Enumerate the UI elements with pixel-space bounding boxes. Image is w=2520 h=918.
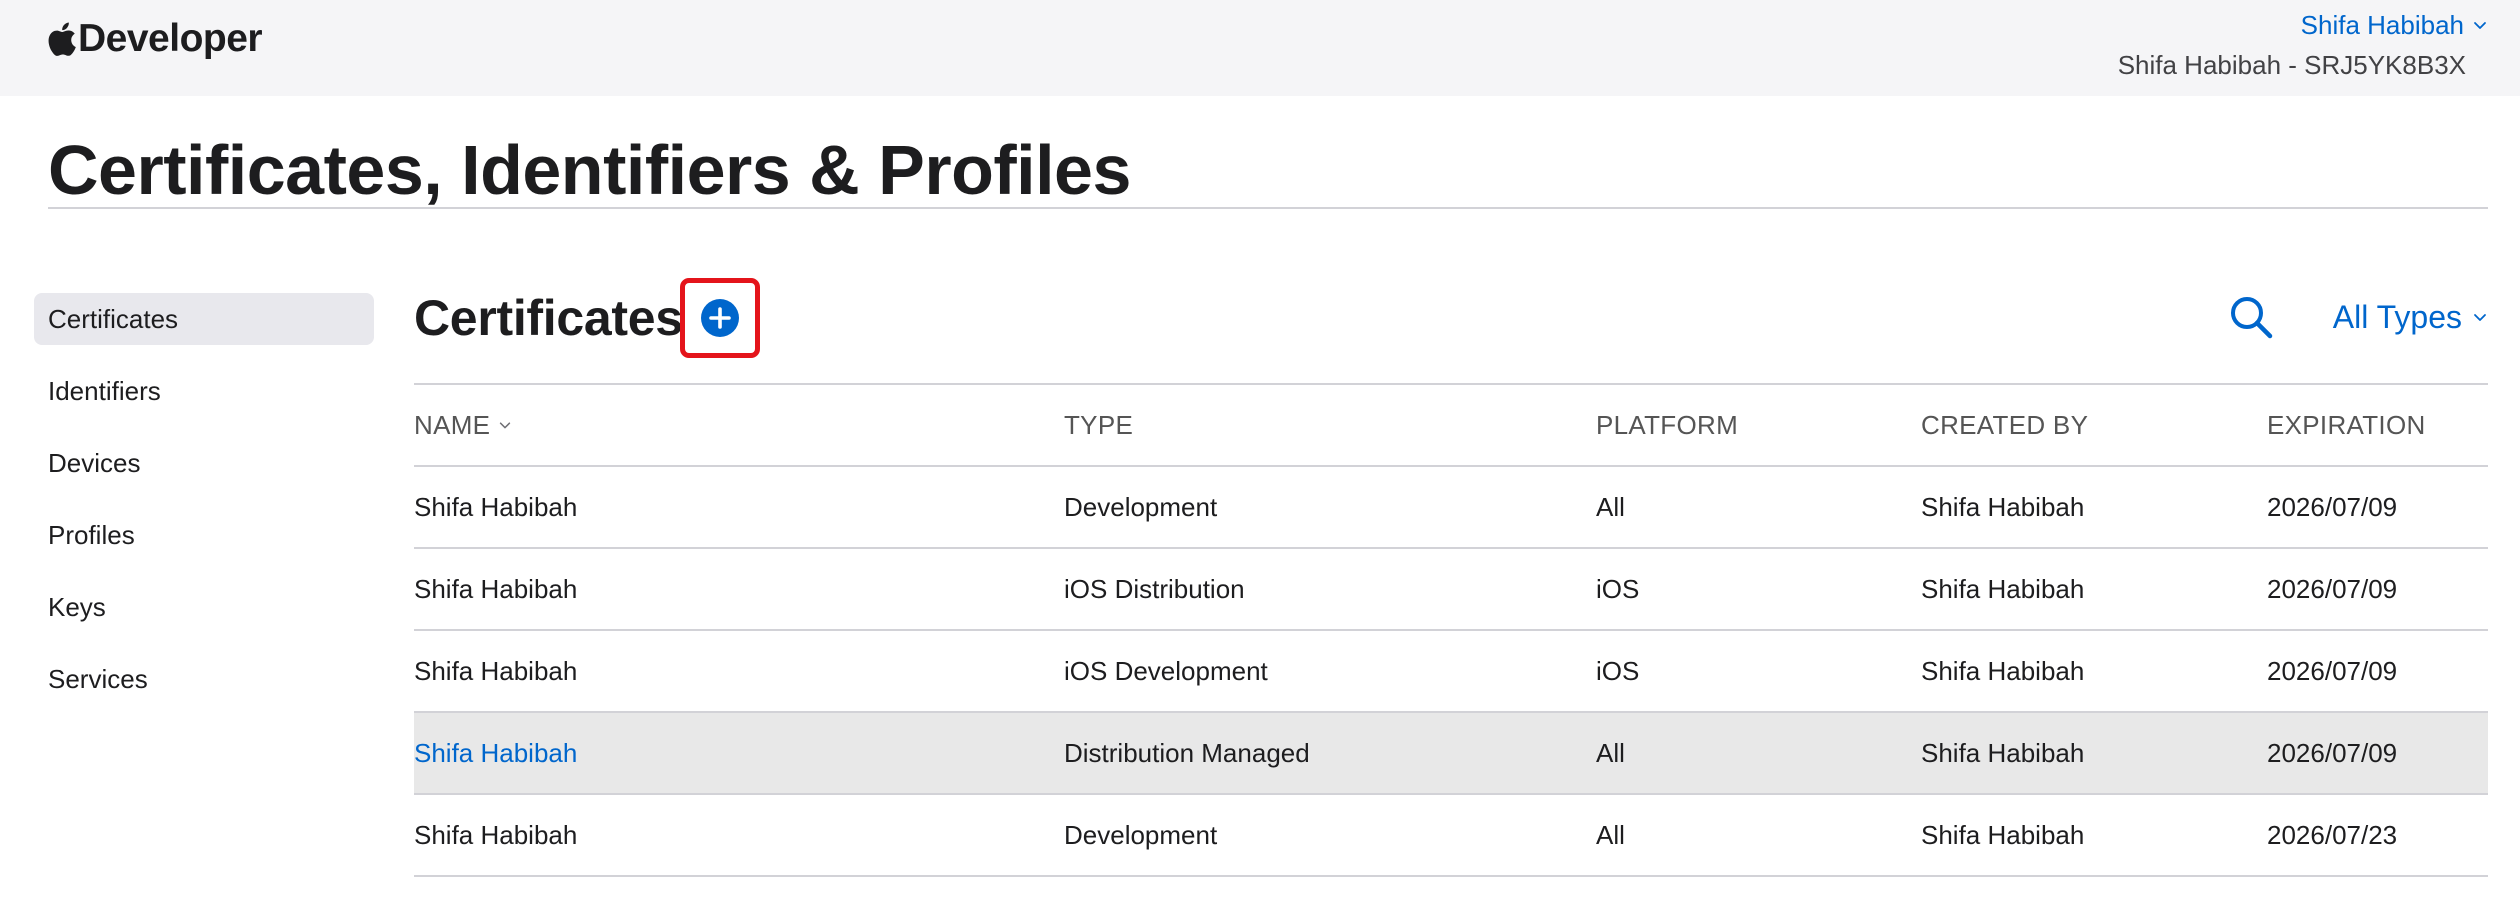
cell-platform: All	[1596, 738, 1625, 768]
cell-name-link[interactable]: Shifa Habibah	[414, 713, 577, 793]
column-label: NAME	[414, 410, 491, 440]
certificates-table: NAME TYPE PLATFORM CREATED BY EXPIRATION…	[414, 383, 2488, 877]
cell-name: Shifa Habibah	[414, 820, 578, 850]
search-icon[interactable]	[2228, 294, 2274, 340]
sidebar-item-devices[interactable]: Devices	[34, 437, 374, 489]
cell-created-by: Shifa Habibah	[1921, 738, 2085, 768]
cell-created-by: Shifa Habibah	[1921, 820, 2085, 850]
cell-name: Shifa Habibah	[414, 574, 578, 604]
cell-type: Development	[1064, 492, 1218, 522]
column-header-type: TYPE	[1064, 410, 1134, 440]
team-label: Shifa Habibah - SRJ5YK8B3X	[2117, 50, 2466, 80]
cell-name: Shifa Habibah	[414, 492, 578, 522]
cell-type: Development	[1064, 820, 1218, 850]
cell-name: Shifa Habibah	[414, 656, 578, 686]
column-header-created-by: CREATED BY	[1921, 410, 2089, 440]
developer-logo[interactable]: Developer	[48, 14, 263, 64]
table-row-hovered[interactable]: Shifa Habibah Distribution Managed All S…	[414, 713, 2488, 795]
account-area: Shifa Habibah Shifa Habibah - SRJ5YK8B3X	[2118, 8, 2488, 84]
table-header: NAME TYPE PLATFORM CREATED BY EXPIRATION	[414, 383, 2488, 467]
cell-expiration: 2026/07/09	[2267, 492, 2398, 522]
type-filter-label: All Types	[2332, 298, 2462, 335]
cell-expiration: 2026/07/23	[2267, 820, 2398, 850]
plus-circle-icon	[701, 299, 739, 337]
cell-expiration: 2026/07/09	[2267, 656, 2398, 686]
column-header-name[interactable]: NAME	[414, 385, 512, 465]
brand-label: Developer	[78, 17, 263, 60]
apple-logo-icon	[48, 22, 76, 56]
table-row[interactable]: Shifa Habibah iOS Development iOS Shifa …	[414, 631, 2488, 713]
table-row[interactable]: Shifa Habibah Development All Shifa Habi…	[414, 467, 2488, 549]
sidebar-item-certificates[interactable]: Certificates	[34, 293, 374, 345]
type-filter-dropdown[interactable]: All Types	[2333, 292, 2488, 342]
account-name: Shifa Habibah	[2300, 9, 2464, 40]
cell-platform: All	[1596, 492, 1625, 522]
chevron-down-icon	[2474, 22, 2486, 29]
table-row[interactable]: Shifa Habibah Development All Shifa Habi…	[414, 795, 2488, 877]
title-divider	[48, 207, 2488, 209]
sidebar-nav: Certificates Identifiers Devices Profile…	[34, 293, 374, 725]
global-header: Developer Shifa Habibah Shifa Habibah - …	[0, 0, 2520, 96]
section-title: Certificates	[414, 290, 683, 346]
cell-platform: iOS	[1596, 574, 1640, 604]
cell-created-by: Shifa Habibah	[1921, 492, 2085, 522]
sidebar-item-identifiers[interactable]: Identifiers	[34, 365, 374, 417]
cell-type: iOS Development	[1064, 656, 1268, 686]
sidebar-item-profiles[interactable]: Profiles	[34, 509, 374, 561]
add-certificate-button[interactable]	[680, 278, 760, 358]
chevron-down-icon	[2474, 314, 2486, 321]
chevron-down-icon	[500, 422, 511, 429]
account-menu[interactable]: Shifa Habibah	[2118, 8, 2488, 42]
sidebar-item-keys[interactable]: Keys	[34, 581, 374, 633]
page-title: Certificates, Identifiers & Profiles	[48, 131, 1131, 209]
cell-created-by: Shifa Habibah	[1921, 656, 2085, 686]
cell-created-by: Shifa Habibah	[1921, 574, 2085, 604]
cell-platform: iOS	[1596, 656, 1640, 686]
cell-type: iOS Distribution	[1064, 574, 1245, 604]
section-header: Certificates All Types	[414, 278, 2488, 358]
sidebar-item-services[interactable]: Services	[34, 653, 374, 705]
cell-expiration: 2026/07/09	[2267, 574, 2398, 604]
column-header-expiration: EXPIRATION	[2267, 410, 2426, 440]
cell-type: Distribution Managed	[1064, 738, 1310, 768]
cell-platform: All	[1596, 820, 1625, 850]
table-row[interactable]: Shifa Habibah iOS Distribution iOS Shifa…	[414, 549, 2488, 631]
cell-expiration: 2026/07/09	[2267, 738, 2398, 768]
column-header-platform: PLATFORM	[1596, 410, 1739, 440]
